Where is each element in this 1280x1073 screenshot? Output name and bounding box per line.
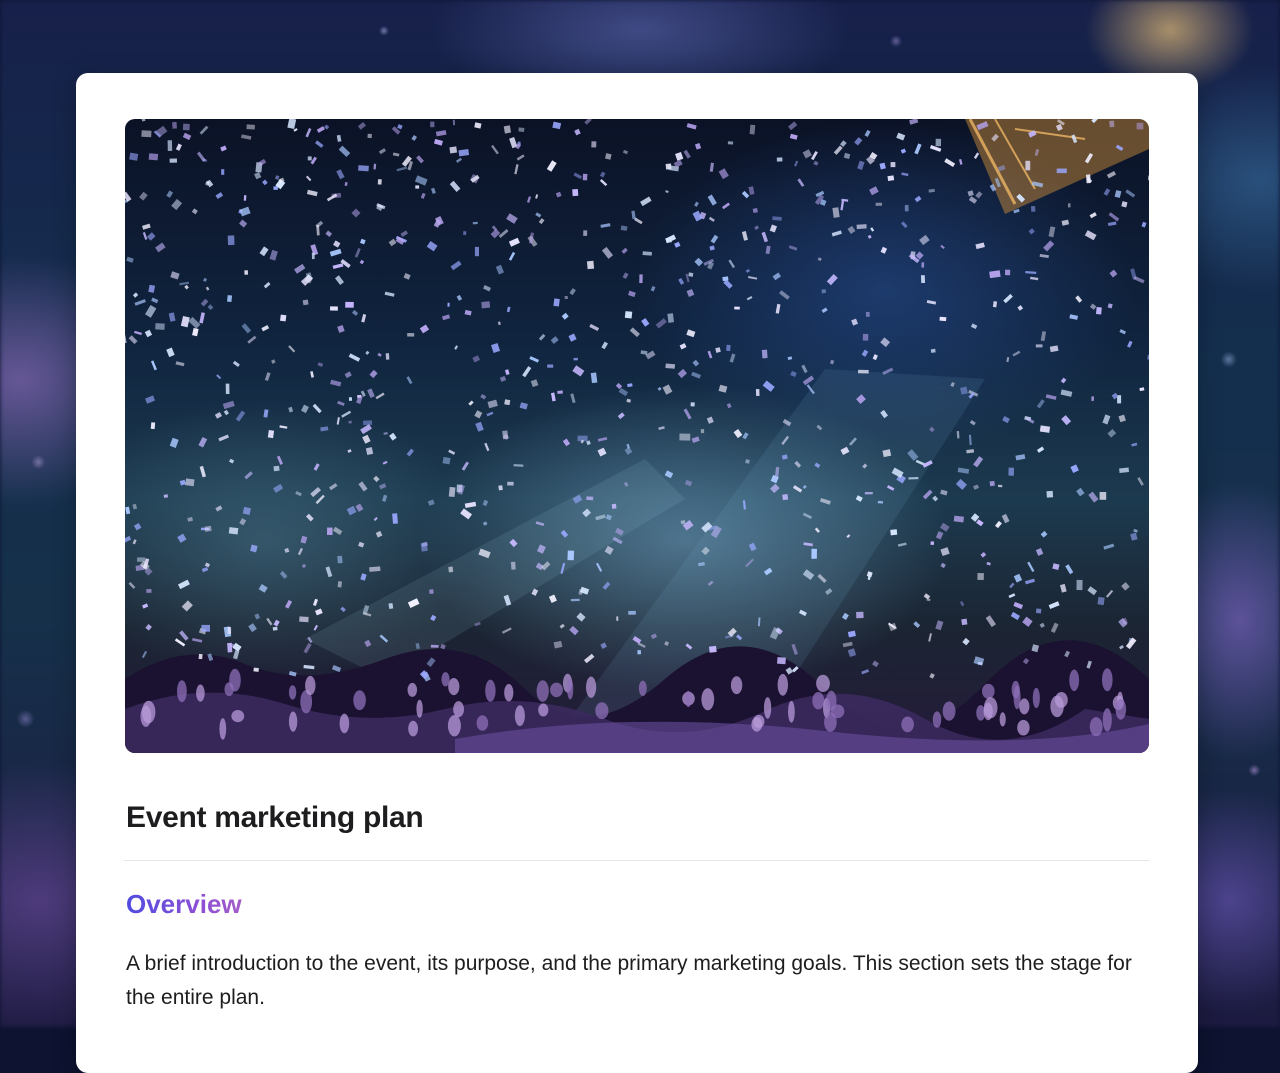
section-heading-overview: Overview	[126, 889, 242, 920]
section-body-overview: A brief introduction to the event, its p…	[126, 947, 1156, 1015]
hero-image	[125, 119, 1149, 753]
stage-truss	[965, 119, 1149, 214]
template-card: Event marketing plan Overview A brief in…	[76, 73, 1198, 1073]
confetti-layer	[125, 119, 1149, 682]
title-divider	[124, 860, 1150, 861]
page-title: Event marketing plan	[126, 801, 423, 835]
confetti-illustration	[125, 119, 1149, 753]
